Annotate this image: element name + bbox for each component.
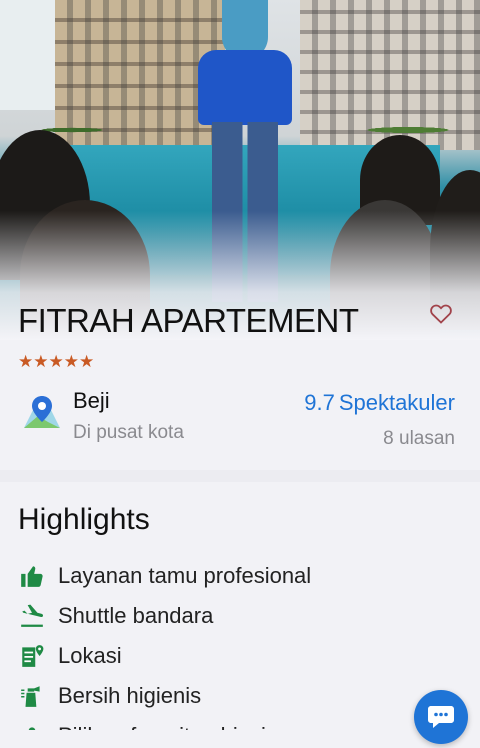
review-score: 9.7 [304,390,335,415]
hero-photo [0,0,480,340]
highlight-label: Layanan tamu profesional [58,563,312,588]
review-label: Spektakuler [338,390,455,415]
bottom-edge [0,730,480,748]
star-rating: ★★★★★ [18,352,95,371]
highlight-item: Lokasi [18,636,458,676]
highlight-label: Shuttle bandara [58,603,214,628]
review-count[interactable]: 8 ulasan [383,428,455,450]
cleaning-spray-icon [18,682,46,710]
highlights-heading: Highlights [18,503,150,536]
chat-button[interactable] [414,690,468,744]
heart-outline-icon [430,304,452,324]
highlight-label: Lokasi [58,643,122,668]
highlight-label: Bersih higienis [58,683,202,708]
highlight-item: Layanan tamu profesional [18,556,458,596]
favorite-button[interactable] [428,302,454,326]
thumbs-up-icon [18,562,46,590]
chat-bubble-icon [428,706,454,728]
location-description: Di pusat kota [73,422,184,443]
hero-fade-overlay [0,0,480,340]
section-divider [0,470,480,482]
plane-landing-icon [18,602,46,630]
highlights-list: Layanan tamu profesional Shuttle bandara… [18,556,458,748]
highlight-item: Shuttle bandara [18,596,458,636]
review-score-link[interactable]: 9.7 Spektakuler [304,390,455,416]
property-title: FITRAH APARTEMENT [18,302,359,339]
location-area: Beji [73,388,110,413]
location-document-icon [18,642,46,670]
map-pin-icon [22,392,62,432]
highlight-item: Bersih higienis [18,676,458,716]
